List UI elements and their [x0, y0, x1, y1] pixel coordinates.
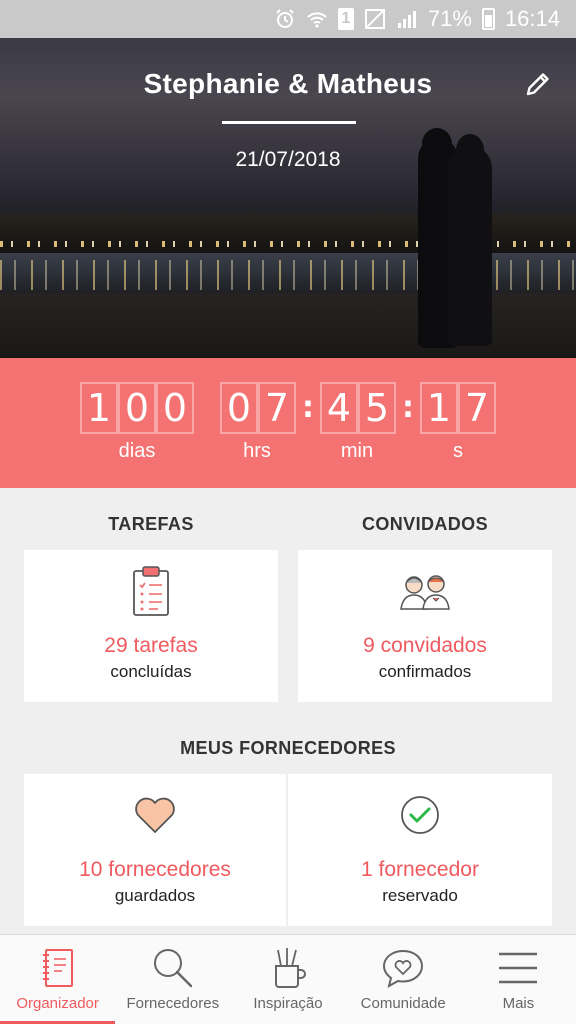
minutes-label: min	[340, 440, 374, 462]
battery-percent: 71%	[427, 6, 472, 31]
days-digit-2: 0	[118, 382, 156, 434]
nav-fornecedores[interactable]: Fornecedores	[115, 935, 230, 1024]
tasks-sub: concluídas	[110, 662, 192, 681]
nav-organizador[interactable]: Organizador	[0, 935, 116, 1024]
edit-button[interactable]	[522, 68, 554, 100]
guests-count: 9 convidados	[363, 634, 487, 657]
countdown: 1 0 0 0 7 : 4 5 : 1 7 dias hrs min s	[0, 358, 576, 488]
saved-vendors-card[interactable]: 10 fornecedores guardados	[24, 774, 286, 926]
wifi-icon	[306, 8, 328, 30]
title-underline	[222, 121, 356, 124]
search-icon	[151, 943, 195, 993]
battery-icon	[481, 8, 495, 30]
wedding-date: 21/07/2018	[235, 148, 341, 171]
guests-sub: confirmados	[378, 662, 472, 681]
couple-names: Stephanie & Matheus	[143, 68, 433, 99]
nav-comunidade[interactable]: Comunidade	[346, 935, 461, 1024]
tasks-card[interactable]: 29 tarefas concluídas	[24, 550, 278, 702]
nav-label-inspiracao: Inspiração	[253, 995, 323, 1012]
hours-digit-1: 0	[220, 382, 258, 434]
alarm-icon	[274, 8, 296, 30]
days-digit-3: 0	[156, 382, 194, 434]
minutes-seconds-separator: :	[402, 390, 414, 425]
tasks-heading: TAREFAS	[108, 514, 194, 534]
nav-label-fornecedores: Fornecedores	[126, 995, 220, 1012]
days-label: dias	[118, 440, 156, 462]
clock: 16:14	[504, 6, 560, 31]
pencil-icon	[526, 73, 549, 96]
guests-card[interactable]: 9 convidados confirmados	[298, 550, 552, 702]
saved-vendors-count: 10 fornecedores	[79, 858, 231, 881]
vendors-heading: MEUS FORNECEDORES	[180, 738, 396, 758]
seconds-digit-2: 7	[458, 382, 496, 434]
menu-icon	[497, 943, 539, 993]
hours-digit-2: 7	[258, 382, 296, 434]
nav-label-mais: Mais	[502, 995, 535, 1012]
minutes-digit-2: 5	[358, 382, 396, 434]
signal-icon	[396, 8, 418, 30]
hours-minutes-separator: :	[302, 390, 314, 425]
bottom-nav: Organizador Fornecedores Inspiração Comu…	[0, 934, 576, 1024]
nav-label-comunidade: Comunidade	[360, 995, 446, 1012]
sim-icon: 1	[337, 8, 354, 30]
nav-label-organizador: Organizador	[16, 995, 99, 1012]
tasks-count: 29 tarefas	[104, 634, 198, 657]
status-bar: 1 71% 16:14	[0, 0, 576, 38]
pencil-cup-icon	[270, 943, 306, 993]
notebook-icon	[40, 943, 76, 993]
minutes-digit-1: 4	[320, 382, 358, 434]
chat-heart-icon	[381, 943, 425, 993]
seconds-digit-1: 1	[420, 382, 458, 434]
nav-inspiracao[interactable]: Inspiração	[230, 935, 345, 1024]
hours-label: hrs	[243, 440, 271, 462]
booked-vendors-card[interactable]: 1 fornecedor reservado	[288, 774, 552, 926]
nav-mais[interactable]: Mais	[461, 935, 576, 1024]
clipboard-icon	[131, 564, 171, 618]
hero-photo: Stephanie & Matheus 21/07/2018	[0, 38, 576, 358]
seconds-label: s	[453, 440, 463, 462]
guests-heading: CONVIDADOS	[361, 514, 488, 534]
heart-icon	[133, 788, 177, 842]
booked-vendors-count: 1 fornecedor	[361, 858, 479, 881]
guests-icon	[397, 564, 453, 618]
days-digit-1: 1	[80, 382, 118, 434]
no-signal-icon	[364, 8, 386, 30]
saved-vendors-sub: guardados	[114, 886, 196, 905]
check-circle-icon	[399, 788, 441, 842]
booked-vendors-sub: reservado	[382, 886, 458, 905]
